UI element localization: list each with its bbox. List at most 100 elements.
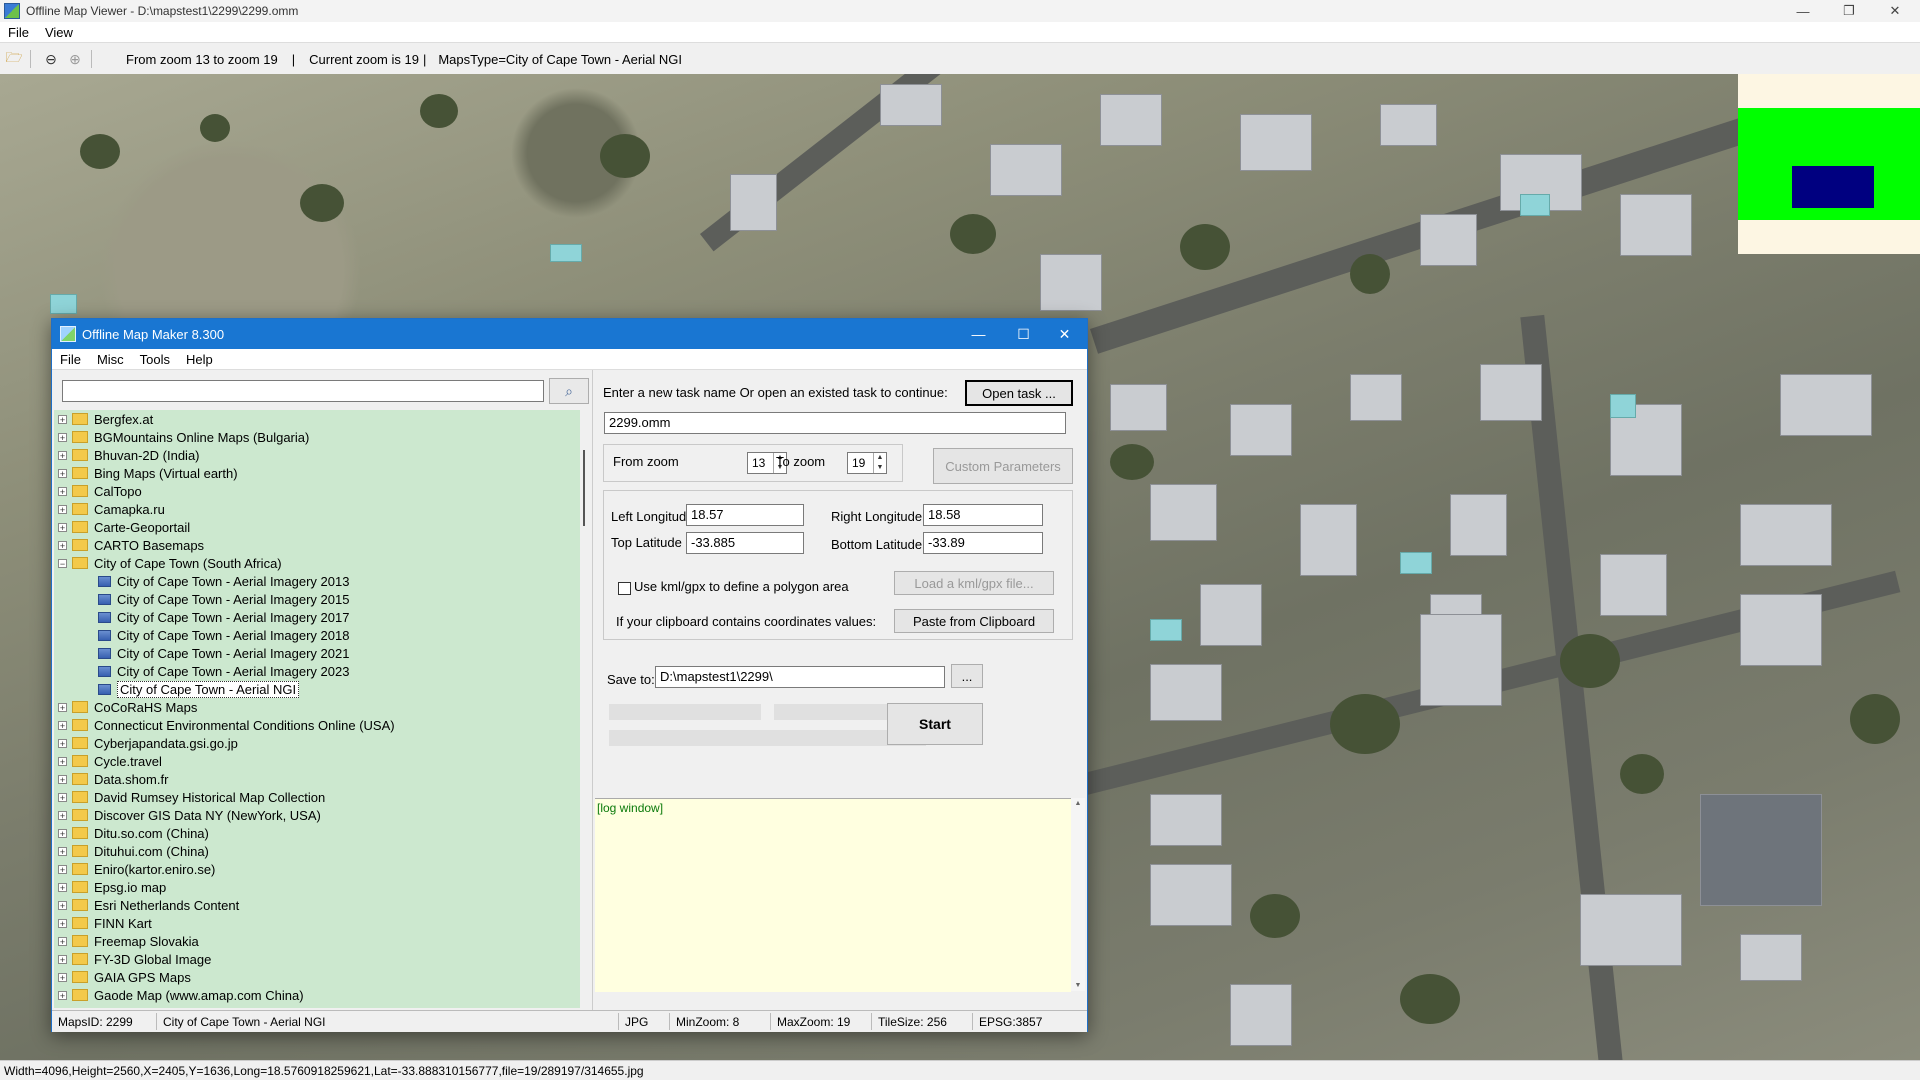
save-path-input[interactable]: D:\mapstest1\2299\	[655, 666, 945, 688]
expand-icon[interactable]: +	[58, 522, 67, 532]
tree-folder-item[interactable]: + CalTopo	[54, 482, 142, 500]
tree-folder-item[interactable]: + BGMountains Online Maps (Bulgaria)	[54, 428, 309, 446]
expand-icon[interactable]: +	[58, 468, 67, 478]
expand-icon[interactable]: +	[58, 828, 67, 838]
expand-icon[interactable]: +	[58, 936, 67, 946]
expand-icon[interactable]: +	[58, 900, 67, 910]
expand-icon[interactable]: +	[58, 738, 67, 748]
tree-folder-item[interactable]: − City of Cape Town (South Africa)	[54, 554, 282, 572]
right-longitude-input[interactable]: 18.58	[923, 504, 1043, 526]
tree-map-item[interactable]: City of Cape Town - Aerial Imagery 2015	[54, 590, 349, 608]
paste-clipboard-button[interactable]: Paste from Clipboard	[894, 609, 1054, 633]
expand-icon[interactable]: +	[58, 504, 67, 514]
maker-minimize-icon[interactable]: —	[956, 319, 1001, 349]
minimap[interactable]	[1738, 74, 1920, 254]
top-latitude-input[interactable]: -33.885	[686, 532, 804, 554]
scroll-down-icon[interactable]: ▼	[1071, 982, 1085, 989]
tree-folder-item[interactable]: + Gaode Map (www.amap.com China)	[54, 986, 304, 1004]
tree-folder-item[interactable]: + FY-3D Global Image	[54, 950, 211, 968]
tree-folder-item[interactable]: + Bing Maps (Virtual earth)	[54, 464, 238, 482]
tree-map-item[interactable]: City of Cape Town - Aerial Imagery 2021	[54, 644, 349, 662]
maker-menu-help[interactable]: Help	[178, 352, 221, 367]
minimize-icon[interactable]: —	[1780, 0, 1826, 22]
open-folder-icon[interactable]: 🗁	[4, 49, 24, 69]
minimap-viewport[interactable]	[1792, 166, 1874, 208]
load-kml-button[interactable]: Load a kml/gpx file...	[894, 571, 1054, 595]
menu-file[interactable]: File	[0, 25, 37, 40]
expand-icon[interactable]: +	[58, 486, 67, 496]
expand-icon[interactable]: +	[58, 972, 67, 982]
zoom-out-icon[interactable]: ⊖	[41, 49, 61, 69]
tree-folder-item[interactable]: + Bhuvan-2D (India)	[54, 446, 200, 464]
collapse-icon[interactable]: −	[58, 558, 67, 568]
expand-icon[interactable]: +	[58, 864, 67, 874]
maker-maximize-icon[interactable]: ☐	[1001, 319, 1046, 349]
scrollbar-thumb[interactable]	[583, 450, 585, 526]
expand-icon[interactable]: +	[58, 846, 67, 856]
maker-menu-misc[interactable]: Misc	[89, 352, 132, 367]
tree-folder-item[interactable]: + David Rumsey Historical Map Collection	[54, 788, 325, 806]
tree-folder-item[interactable]: + Data.shom.fr	[54, 770, 168, 788]
expand-icon[interactable]: +	[58, 450, 67, 460]
tree-folder-item[interactable]: + Freemap Slovakia	[54, 932, 199, 950]
restore-icon[interactable]: ❐	[1826, 0, 1872, 22]
log-scrollbar[interactable]: ▲ ▼	[1071, 798, 1085, 991]
maker-close-icon[interactable]: ✕	[1042, 319, 1087, 349]
tree-map-item[interactable]: City of Cape Town - Aerial Imagery 2017	[54, 608, 349, 626]
open-task-button[interactable]: Open task ...	[965, 380, 1073, 406]
expand-icon[interactable]: +	[58, 954, 67, 964]
tree-folder-item[interactable]: + Cyberjapandata.gsi.go.jp	[54, 734, 238, 752]
tree-folder-item[interactable]: + FINN Kart	[54, 914, 152, 932]
task-name-input[interactable]: 2299.omm	[604, 412, 1066, 434]
expand-icon[interactable]: +	[58, 432, 67, 442]
tree-map-item[interactable]: City of Cape Town - Aerial Imagery 2018	[54, 626, 349, 644]
zoom-in-icon[interactable]: ⊕	[65, 49, 85, 69]
tree-folder-item[interactable]: + Epsg.io map	[54, 878, 166, 896]
start-button[interactable]: Start	[887, 703, 983, 745]
tree-map-item[interactable]: City of Cape Town - Aerial Imagery 2023	[54, 662, 349, 680]
custom-parameters-button[interactable]: Custom Parameters	[933, 448, 1073, 484]
tree-folder-item[interactable]: + Dituhui.com (China)	[54, 842, 209, 860]
to-zoom-spinner[interactable]: 19 ▲ ▼	[847, 452, 887, 474]
close-icon[interactable]: ✕	[1872, 0, 1918, 22]
browse-button[interactable]: ...	[951, 664, 983, 688]
expand-icon[interactable]: +	[58, 792, 67, 802]
tree-folder-item[interactable]: + Cycle.travel	[54, 752, 162, 770]
tree-folder-item[interactable]: + Connecticut Environmental Conditions On…	[54, 716, 395, 734]
expand-icon[interactable]: +	[58, 720, 67, 730]
tree-folder-item[interactable]: + Discover GIS Data NY (NewYork, USA)	[54, 806, 321, 824]
expand-icon[interactable]: +	[58, 414, 67, 424]
menu-view[interactable]: View	[37, 25, 81, 40]
maps-tree[interactable]: + Bergfex.at + BGMountains Online Maps (Bul…	[54, 410, 580, 1008]
tree-folder-item[interactable]: + Carte-Geoportail	[54, 518, 190, 536]
kml-checkbox-label[interactable]: Use kml/gpx to define a polygon area	[634, 579, 849, 594]
expand-icon[interactable]: +	[58, 774, 67, 784]
tree-folder-item[interactable]: + Eniro(kartor.eniro.se)	[54, 860, 215, 878]
tree-folder-item[interactable]: + Camapka.ru	[54, 500, 165, 518]
bottom-latitude-input[interactable]: -33.89	[923, 532, 1043, 554]
tree-folder-item[interactable]: + Bergfex.at	[54, 410, 153, 428]
tree-folder-item[interactable]: + Ditu.so.com (China)	[54, 824, 209, 842]
log-window[interactable]: [log window]	[595, 798, 1071, 992]
spinner-arrows-icon[interactable]: ▲ ▼	[873, 453, 886, 473]
left-longitude-input[interactable]: 18.57	[686, 504, 804, 526]
search-button[interactable]: ⌕	[549, 378, 589, 404]
expand-icon[interactable]: +	[58, 990, 67, 1000]
expand-icon[interactable]: +	[58, 810, 67, 820]
tree-scrollbar[interactable]	[580, 410, 592, 1008]
expand-icon[interactable]: +	[58, 918, 67, 928]
expand-icon[interactable]: +	[58, 702, 67, 712]
tree-map-item[interactable]: City of Cape Town - Aerial NGI	[54, 680, 300, 698]
tree-folder-item[interactable]: + CARTO Basemaps	[54, 536, 204, 554]
tree-folder-item[interactable]: + GAIA GPS Maps	[54, 968, 191, 986]
maps-search-input[interactable]	[62, 380, 544, 402]
expand-icon[interactable]: +	[58, 882, 67, 892]
expand-icon[interactable]: +	[58, 540, 67, 550]
maker-menu-file[interactable]: File	[52, 352, 89, 367]
tree-folder-item[interactable]: + CoCoRaHS Maps	[54, 698, 197, 716]
tree-folder-item[interactable]: + Esri Netherlands Content	[54, 896, 239, 914]
expand-icon[interactable]: +	[58, 756, 67, 766]
maker-menu-tools[interactable]: Tools	[132, 352, 178, 367]
kml-polygon-checkbox[interactable]	[618, 582, 631, 595]
scroll-up-icon[interactable]: ▲	[1071, 800, 1085, 807]
